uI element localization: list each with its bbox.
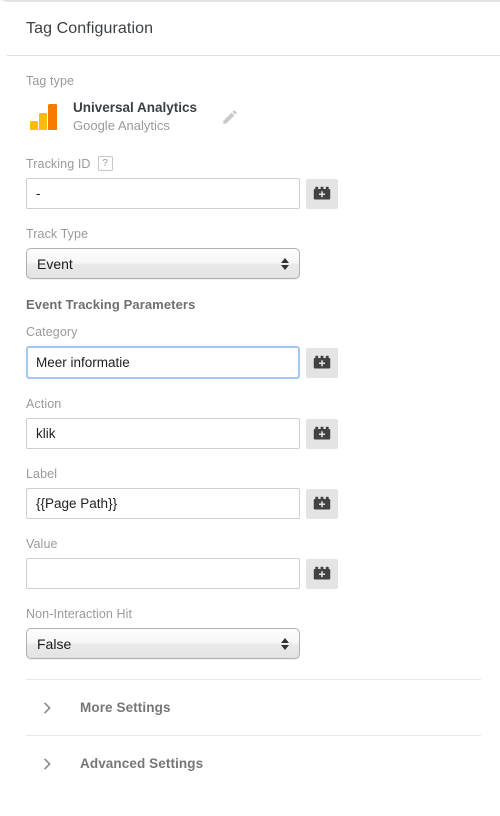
action-variable-picker-button[interactable] [306, 418, 338, 449]
advanced-settings-label: Advanced Settings [80, 756, 204, 771]
label-variable-picker-button[interactable] [306, 488, 338, 519]
action-input[interactable] [26, 418, 300, 449]
google-analytics-logo-icon [30, 102, 60, 132]
tag-configuration-panel: Tag Configuration Tag type Universal Ana… [0, 0, 500, 816]
label-input[interactable] [26, 488, 300, 519]
tag-type-row[interactable]: Universal Analytics Google Analytics [26, 99, 481, 134]
value-field-block: Value [26, 537, 481, 589]
tracking-id-input-row [26, 178, 481, 209]
chevron-right-icon [39, 756, 55, 772]
tracking-id-input[interactable] [26, 178, 300, 209]
tracking-id-field-block: Tracking ID ? [26, 156, 481, 209]
value-input[interactable] [26, 558, 300, 589]
category-field-block: Category [26, 325, 481, 379]
tracking-id-label: Tracking ID ? [26, 156, 481, 171]
variable-picker-icon [313, 426, 331, 440]
chevron-right-icon [39, 700, 55, 716]
category-label: Category [26, 325, 78, 339]
tag-type-block: Tag type Universal Analytics Google Anal… [26, 74, 481, 134]
category-variable-picker-button[interactable] [306, 347, 338, 378]
value-variable-picker-button[interactable] [306, 558, 338, 589]
value-label: Value [26, 537, 58, 551]
track-type-select-wrap: Event [26, 248, 300, 279]
value-input-row [26, 558, 481, 589]
action-field-block: Action [26, 397, 481, 449]
more-settings-row[interactable]: More Settings [26, 679, 481, 735]
tag-type-name: Universal Analytics [73, 100, 198, 115]
variable-picker-icon [313, 566, 331, 580]
advanced-settings-row[interactable]: Advanced Settings [26, 735, 481, 791]
variable-picker-icon [313, 496, 331, 510]
track-type-select[interactable]: Event [26, 248, 300, 279]
more-settings-label: More Settings [80, 700, 171, 715]
page-title: Tag Configuration [26, 19, 154, 37]
label-input-row [26, 488, 481, 519]
non-interaction-hit-select[interactable]: False [26, 628, 300, 659]
event-tracking-parameters-title: Event Tracking Parameters [26, 297, 196, 312]
tag-type-label: Tag type [26, 74, 75, 88]
expandable-sections: More Settings Advanced Settings [26, 679, 481, 791]
category-input[interactable] [26, 346, 300, 379]
panel-header: Tag Configuration [7, 2, 500, 56]
label-label: Label [26, 467, 58, 481]
tracking-id-variable-picker-button[interactable] [306, 178, 338, 209]
tag-type-vendor: Google Analytics [73, 118, 170, 133]
panel-body: Tag type Universal Analytics Google Anal… [7, 56, 500, 791]
non-interaction-hit-select-wrap: False [26, 628, 300, 659]
track-type-field-block: Track Type Event [26, 227, 481, 279]
action-label: Action [26, 397, 62, 411]
variable-picker-icon [313, 355, 331, 369]
non-interaction-hit-field-block: Non-Interaction Hit False [26, 607, 481, 659]
action-input-row [26, 418, 481, 449]
non-interaction-hit-label: Non-Interaction Hit [26, 607, 133, 621]
label-field-block: Label [26, 467, 481, 519]
help-icon[interactable]: ? [97, 156, 113, 171]
tag-type-text: Universal Analytics Google Analytics [73, 99, 197, 134]
pencil-icon[interactable] [221, 108, 239, 126]
category-input-row [26, 346, 481, 379]
variable-picker-icon [313, 186, 331, 200]
track-type-label: Track Type [26, 227, 89, 241]
tracking-id-label-text: Tracking ID [26, 156, 91, 171]
